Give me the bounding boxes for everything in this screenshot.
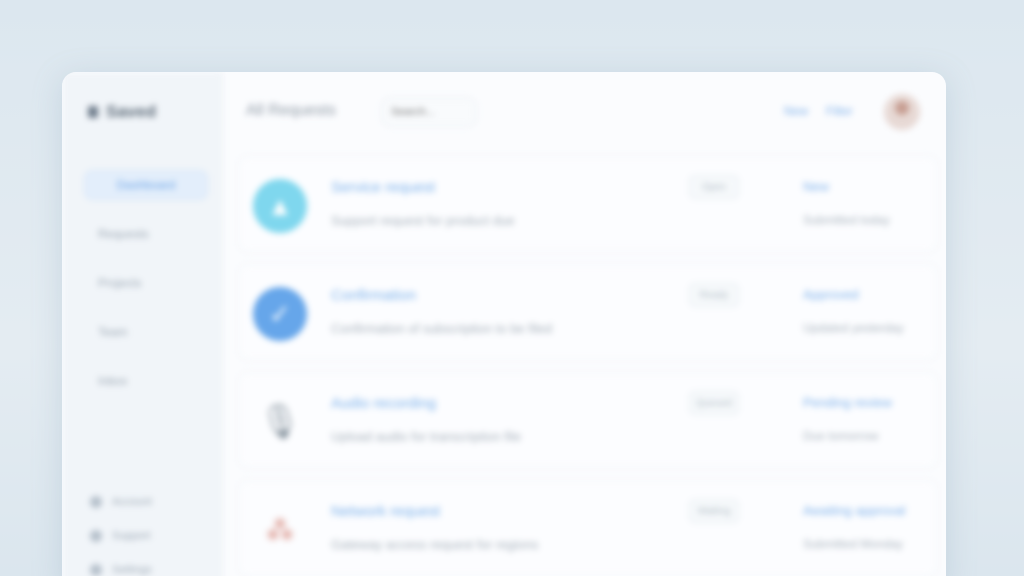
sidebar-item-inbox[interactable]: Inbox xyxy=(84,366,208,396)
list-item[interactable]: ▲ Service request Support request for pr… xyxy=(238,156,938,252)
item-title[interactable]: Service request xyxy=(331,179,435,196)
brand: Saved xyxy=(88,102,156,122)
sidebar-item-settings[interactable]: Settings xyxy=(90,560,152,576)
item-title[interactable]: Audio recording xyxy=(331,395,436,412)
avatar[interactable] xyxy=(884,94,920,130)
search-input[interactable] xyxy=(382,98,476,126)
sidebar-footer: Account Support Settings xyxy=(90,492,152,576)
item-title[interactable]: Network request xyxy=(331,503,440,520)
list-item[interactable]: ✓ Confirmation Confirmation of subscript… xyxy=(238,264,938,360)
item-meta: Due tomorrow xyxy=(803,429,879,443)
app-window: Saved Dashboard Requests Projects Team I… xyxy=(62,72,946,576)
list-item[interactable]: 🎙 Audio recording Upload audio for trans… xyxy=(238,372,938,468)
new-button[interactable]: New xyxy=(784,104,808,118)
list-item[interactable]: ⁂ Network request Gateway access request… xyxy=(238,480,938,576)
app-title: Saved xyxy=(106,102,157,121)
sidebar-item-label: Support xyxy=(112,530,151,542)
logo-icon xyxy=(88,106,98,118)
item-status[interactable]: New xyxy=(803,179,829,194)
item-meta: Submitted today xyxy=(803,213,890,227)
sidebar-item-account[interactable]: Account xyxy=(90,492,152,512)
top-bar: All Requests New Filter xyxy=(222,72,946,152)
item-meta: Updated yesterday xyxy=(803,321,904,335)
check-icon: ✓ xyxy=(253,287,307,341)
sidebar-item-label: Account xyxy=(112,496,152,508)
microphone-icon: 🎙 xyxy=(258,403,302,441)
sidebar: Saved Dashboard Requests Projects Team I… xyxy=(62,72,222,576)
item-title[interactable]: Confirmation xyxy=(331,287,416,304)
help-icon xyxy=(90,530,102,542)
status-badge: Queued xyxy=(689,391,739,415)
status-badge: Ready xyxy=(689,283,739,307)
network-icon: ⁂ xyxy=(266,514,294,546)
sidebar-item-dashboard[interactable]: Dashboard xyxy=(84,170,208,200)
main-content: All Requests New Filter ▲ Service reques… xyxy=(222,72,946,576)
sidebar-item-team[interactable]: Team xyxy=(84,317,208,347)
sidebar-item-requests[interactable]: Requests xyxy=(84,219,208,249)
filter-button[interactable]: Filter xyxy=(826,104,853,118)
status-badge: Open xyxy=(689,175,739,199)
item-status[interactable]: Approved xyxy=(803,287,859,302)
gear-icon xyxy=(90,564,102,576)
status-badge: Waiting xyxy=(689,499,739,523)
request-list: ▲ Service request Support request for pr… xyxy=(238,156,938,576)
sidebar-item-projects[interactable]: Projects xyxy=(84,268,208,298)
item-subtitle: Upload audio for transcription file xyxy=(331,429,522,444)
item-subtitle: Gateway access request for regions xyxy=(331,537,539,552)
item-status[interactable]: Pending review xyxy=(803,395,892,410)
item-status[interactable]: Awaiting approval xyxy=(803,503,905,518)
tent-icon: ▲ xyxy=(253,179,307,233)
sidebar-item-label: Settings xyxy=(112,564,152,576)
sidebar-nav: Dashboard Requests Projects Team Inbox xyxy=(84,170,208,415)
item-meta: Submitted Monday xyxy=(803,537,904,551)
sidebar-item-support[interactable]: Support xyxy=(90,526,152,546)
user-icon xyxy=(90,496,102,508)
item-subtitle: Confirmation of subscription to be filed xyxy=(331,321,553,336)
item-subtitle: Support request for product due xyxy=(331,213,515,228)
page-title: All Requests xyxy=(246,102,336,119)
